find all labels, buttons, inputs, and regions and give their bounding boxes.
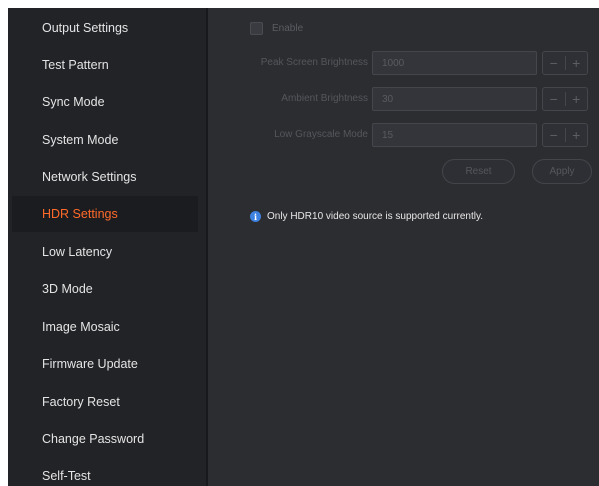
ambient-brightness-stepper: − + [542, 87, 588, 111]
sidebar-item-output-settings[interactable]: Output Settings [12, 10, 198, 46]
peak-screen-brightness-label: Peak Screen Brightness [260, 57, 368, 68]
peak-screen-brightness-input[interactable]: 1000 [372, 51, 537, 75]
peak-screen-brightness-stepper: − + [542, 51, 588, 75]
sidebar-item-3d-mode[interactable]: 3D Mode [12, 271, 198, 307]
sidebar-item-self-test[interactable]: Self-Test [12, 458, 198, 486]
info-message: i Only HDR10 video source is supported c… [250, 211, 483, 222]
sidebar: Output Settings Test Pattern Sync Mode S… [8, 8, 206, 486]
sidebar-item-sync-mode[interactable]: Sync Mode [12, 84, 198, 120]
ambient-brightness-increment-button[interactable]: + [566, 88, 588, 110]
sidebar-item-firmware-update[interactable]: Firmware Update [12, 346, 198, 382]
low-grayscale-mode-stepper: − + [542, 123, 588, 147]
peak-screen-brightness-increment-button[interactable]: + [566, 52, 588, 74]
ambient-brightness-label: Ambient Brightness [281, 93, 368, 104]
low-grayscale-mode-increment-button[interactable]: + [566, 124, 588, 146]
enable-checkbox[interactable] [250, 22, 263, 35]
apply-button[interactable]: Apply [532, 159, 592, 184]
low-grayscale-mode-label: Low Grayscale Mode [274, 129, 368, 140]
sidebar-item-network-settings[interactable]: Network Settings [12, 159, 198, 195]
sidebar-item-factory-reset[interactable]: Factory Reset [12, 384, 198, 420]
sidebar-item-system-mode[interactable]: System Mode [12, 122, 198, 158]
enable-row: Enable [250, 22, 303, 35]
low-grayscale-mode-input[interactable]: 15 [372, 123, 537, 147]
sidebar-item-change-password[interactable]: Change Password [12, 421, 198, 457]
sidebar-item-test-pattern[interactable]: Test Pattern [12, 47, 198, 83]
enable-label: Enable [272, 23, 304, 34]
sidebar-item-hdr-settings[interactable]: HDR Settings [12, 196, 198, 232]
info-icon: i [250, 211, 261, 222]
sidebar-item-low-latency[interactable]: Low Latency [12, 234, 198, 270]
reset-button[interactable]: Reset [442, 159, 515, 184]
ambient-brightness-input[interactable]: 30 [372, 87, 537, 111]
info-text: Only HDR10 video source is supported cur… [267, 211, 484, 222]
app-window: Output Settings Test Pattern Sync Mode S… [0, 0, 599, 486]
peak-screen-brightness-decrement-button[interactable]: − [543, 52, 565, 74]
sidebar-item-image-mosaic[interactable]: Image Mosaic [12, 309, 198, 345]
low-grayscale-mode-decrement-button[interactable]: − [543, 124, 565, 146]
ambient-brightness-decrement-button[interactable]: − [543, 88, 565, 110]
hdr-settings-panel: Enable Peak Screen Brightness 1000 − + A… [208, 8, 599, 486]
